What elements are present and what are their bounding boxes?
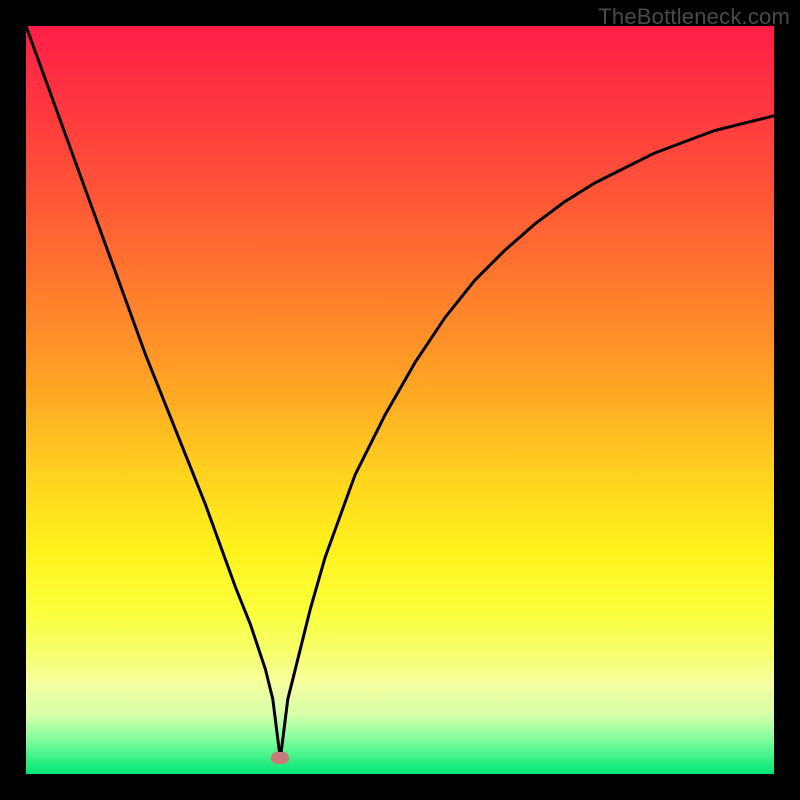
plot-frame [26,26,774,774]
minimum-marker [271,752,289,764]
chart-container: TheBottleneck.com [0,0,800,800]
curve-path [26,26,774,759]
watermark-text: TheBottleneck.com [598,4,790,30]
bottleneck-curve [26,26,774,774]
